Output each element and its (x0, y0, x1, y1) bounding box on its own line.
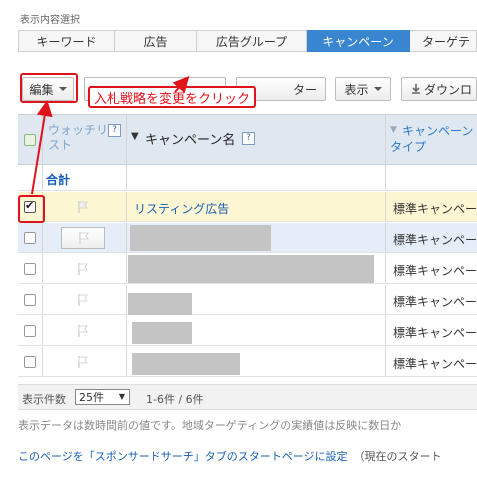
flag-icon[interactable] (76, 355, 90, 369)
help-icon[interactable]: ? (242, 132, 255, 145)
help-icon[interactable]: ? (108, 124, 121, 137)
view-tabs: キーワード 広告 広告グループ キャンペーン ターゲテ (18, 30, 477, 52)
total-row: 合計 (18, 165, 477, 191)
campaign-type-cell: 標準キャンペー (393, 326, 477, 340)
flag-icon (77, 231, 91, 245)
view-button-label: 表示 (344, 82, 369, 97)
annotation-callout: 入札戦略を変更をクリック (88, 86, 257, 108)
sort-desc-icon: ▼ (131, 131, 139, 142)
campaign-name-header[interactable]: キャンペーン名 (145, 129, 235, 148)
select-all-checkbox[interactable] (24, 134, 36, 146)
download-icon (412, 84, 420, 94)
filter-button-label: ター (292, 82, 317, 97)
table-row[interactable]: リスティング広告 標準キャンペー (18, 192, 477, 222)
redacted-campaign-name (130, 225, 271, 251)
view-button[interactable]: 表示 (335, 77, 391, 101)
edit-highlight-box (20, 73, 78, 103)
flag-icon[interactable] (76, 200, 90, 214)
set-start-page-link[interactable]: このページを「スポンサードサーチ」タブのスタートページに設定 (18, 450, 348, 463)
redacted-campaign-name (132, 353, 240, 375)
campaign-type-cell: 標準キャンペー (393, 357, 477, 371)
download-button[interactable]: ダウンロ (401, 77, 477, 101)
chevron-down-icon: ▼ (118, 392, 125, 401)
campaign-type-cell: 標準キャンペー (393, 202, 477, 216)
row-checkbox[interactable] (24, 263, 36, 275)
tab-campaigns[interactable]: キャンペーン (307, 30, 410, 52)
redacted-campaign-name (128, 255, 374, 283)
watch-list-header[interactable]: ウォッチリスト (48, 123, 108, 153)
campaign-table: ウォッチリスト ? ▼ キャンペーン名 ? ▼ キャンペーンタイプ 合計 リステ… (18, 114, 477, 384)
data-note: 表示データは数時間前の値です。地域ターゲティングの実績値は反映に数日か (18, 419, 402, 432)
table-header: ウォッチリスト ? ▼ キャンペーン名 ? ▼ キャンペーンタイプ (18, 115, 477, 165)
campaign-type-header[interactable]: キャンペーンタイプ (390, 123, 477, 155)
row-checkbox[interactable] (24, 294, 36, 306)
page-size-label: 表示件数 (22, 393, 66, 406)
row-checkbox[interactable] (24, 325, 36, 337)
watch-button[interactable] (61, 227, 105, 249)
page-range: 1-6件 / 6件 (146, 393, 204, 406)
checkbox-highlight-box (18, 195, 45, 223)
tab-targeting[interactable]: ターゲテ (410, 30, 477, 52)
campaign-type-cell: 標準キャンペー (393, 295, 477, 309)
tab-ad-groups[interactable]: 広告グループ (197, 30, 307, 52)
flag-icon[interactable] (76, 324, 90, 338)
redacted-campaign-name (132, 322, 192, 344)
table-row[interactable]: 標準キャンペー (18, 347, 477, 377)
row-checkbox[interactable] (24, 356, 36, 368)
download-button-label: ダウンロ (424, 82, 473, 97)
tab-ads[interactable]: 広告 (115, 30, 197, 52)
table-row[interactable]: 標準キャンペー (18, 316, 477, 346)
flag-icon[interactable] (76, 293, 90, 307)
flag-icon[interactable] (76, 262, 90, 276)
page-size-select[interactable]: 25件 ▼ (75, 389, 130, 405)
table-row[interactable]: 標準キャンペー (18, 254, 477, 284)
tab-keywords[interactable]: キーワード (18, 30, 115, 52)
table-row[interactable]: 標準キャンペー (18, 285, 477, 315)
total-label: 合計 (46, 173, 71, 187)
display-select-label: 表示内容選択 (20, 15, 80, 26)
chevron-down-icon (373, 87, 382, 91)
row-checkbox[interactable] (24, 232, 36, 244)
campaign-link[interactable]: リスティング広告 (134, 200, 229, 217)
page-size-value: 25件 (79, 391, 104, 404)
campaign-type-cell: 標準キャンペー (393, 264, 477, 278)
current-start-page: （現在のスタート (353, 450, 442, 463)
table-row[interactable]: 標準キャンペー (18, 223, 477, 253)
redacted-campaign-name (128, 293, 192, 315)
campaign-type-cell: 標準キャンペー (393, 233, 477, 247)
pager-bar: 表示件数 25件 ▼ 1-6件 / 6件 (18, 384, 477, 410)
